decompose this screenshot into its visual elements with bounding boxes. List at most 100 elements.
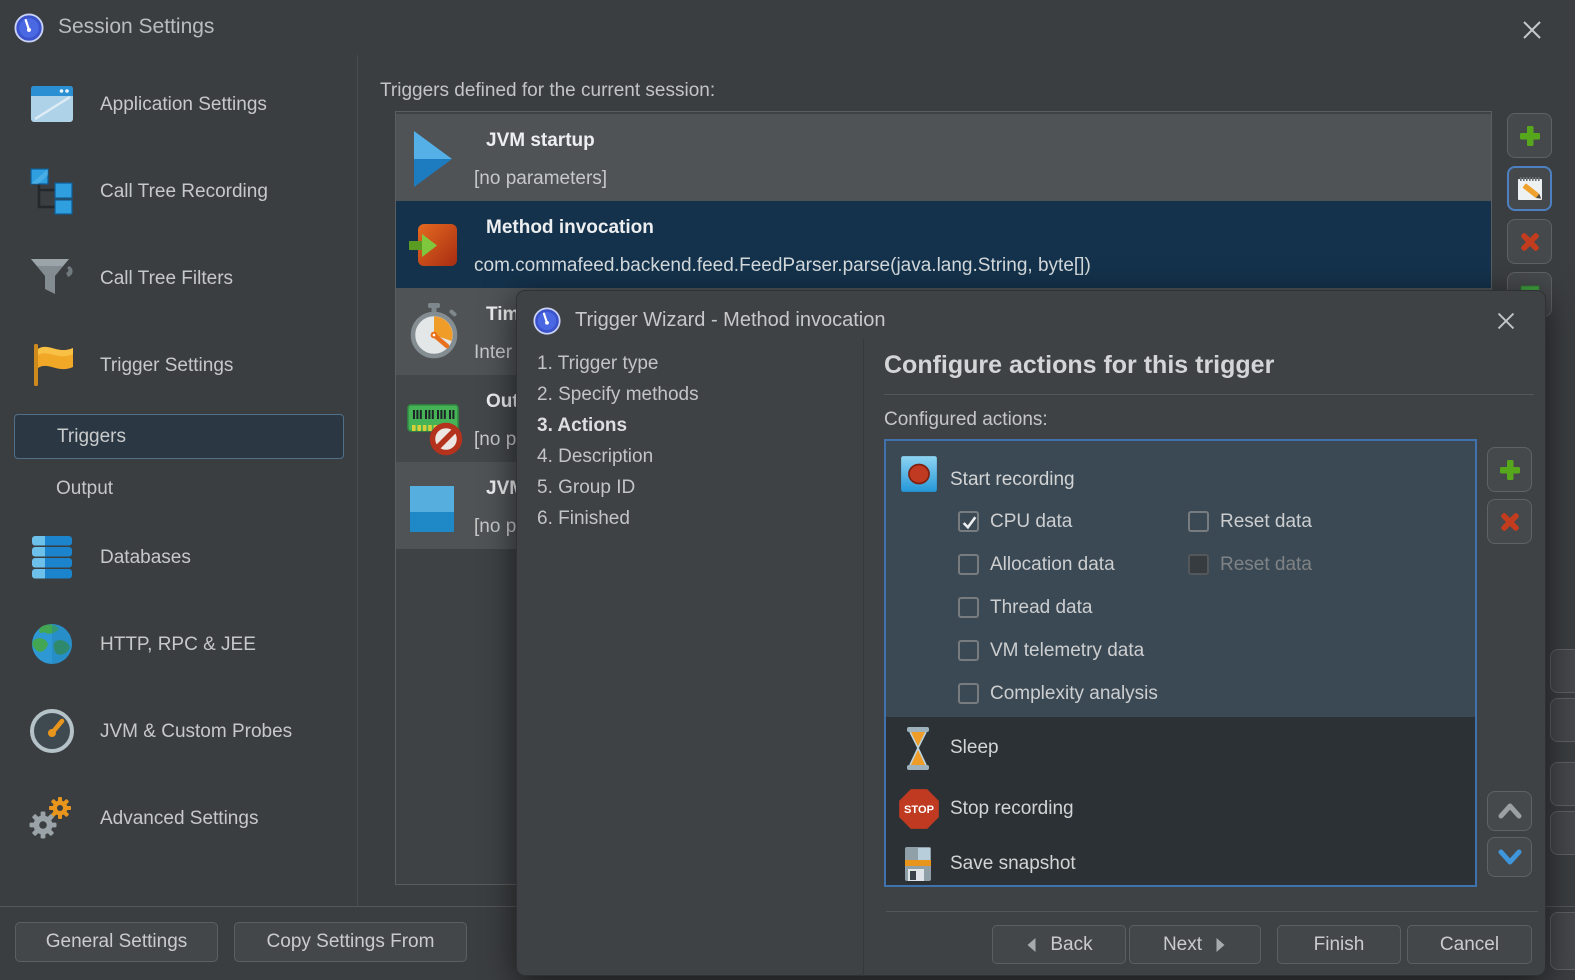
next-label: Next [1163, 934, 1202, 956]
move-action-up-button[interactable] [1487, 791, 1532, 831]
sidebar-item-label: Call Tree Recording [100, 180, 268, 204]
sidebar-item-http-rpc-jee[interactable]: HTTP, RPC & JEE [0, 616, 356, 678]
action-item-start-recording[interactable]: Start recording CPU data Allocation data… [886, 441, 1475, 717]
checkbox-complexity-analysis[interactable] [958, 683, 979, 704]
wizard-panel-divider [863, 339, 864, 976]
wizard-step-2[interactable]: 2. Specify methods [537, 384, 699, 406]
action-item-sleep[interactable]: Sleep [886, 717, 1475, 779]
sidebar-item-trigger-settings[interactable]: Trigger Settings [0, 337, 356, 399]
checkbox-label[interactable]: Complexity analysis [990, 683, 1158, 705]
trigger-title: JVM startup [486, 130, 595, 152]
trigger-subtitle: [no parameters] [474, 168, 607, 190]
action-label: Sleep [950, 737, 999, 759]
triggers-heading: Triggers defined for the current session… [380, 80, 715, 102]
sidebar-item-advanced-settings[interactable]: Advanced Settings [0, 790, 356, 852]
sidebar-item-label: Trigger Settings [100, 354, 233, 378]
app-window-icon [28, 80, 76, 128]
trigger-title: Out [486, 391, 519, 413]
sidebar-item-call-tree-recording[interactable]: Call Tree Recording [0, 163, 356, 225]
close-icon [1517, 15, 1547, 45]
edit-icon [1515, 174, 1545, 204]
add-trigger-button[interactable] [1507, 113, 1552, 158]
wizard-step-3[interactable]: 3. Actions [537, 415, 627, 437]
delete-action-button[interactable] [1487, 499, 1532, 544]
general-settings-button[interactable]: General Settings [15, 922, 218, 962]
svg-text:STOP: STOP [904, 804, 935, 816]
back-button[interactable]: Back [992, 925, 1126, 964]
checkbox-label[interactable]: Reset data [1220, 511, 1312, 533]
edge-button[interactable] [1550, 698, 1575, 742]
configured-actions-label: Configured actions: [884, 409, 1048, 431]
copy-settings-from-button[interactable]: Copy Settings From [234, 922, 467, 962]
checkbox-label[interactable]: Thread data [990, 597, 1092, 619]
trigger-title: Method invocation [486, 217, 654, 239]
trigger-wizard-dialog: Trigger Wizard - Method invocation 1. Tr… [516, 290, 1546, 976]
add-action-button[interactable] [1487, 447, 1532, 492]
sidebar-subitem-triggers[interactable]: Triggers [14, 414, 344, 459]
sidebar-item-label: Databases [100, 546, 191, 570]
sidebar-item-call-tree-filters[interactable]: Call Tree Filters [0, 250, 356, 312]
back-arrow-icon [1025, 936, 1038, 954]
play-icon [411, 128, 455, 190]
wizard-close-button[interactable] [1481, 299, 1531, 343]
sidebar-item-label: JVM & Custom Probes [100, 720, 292, 744]
wizard-step-4[interactable]: 4. Description [537, 446, 653, 468]
sidebar-item-application-settings[interactable]: Application Settings [0, 76, 356, 138]
trigger-row-method-invocation[interactable]: Method invocation com.commafeed.backend.… [396, 201, 1491, 288]
window-close-button[interactable] [1506, 8, 1558, 52]
wizard-step-1[interactable]: 1. Trigger type [537, 353, 658, 375]
sidebar-item-jvm-custom-probes[interactable]: JVM & Custom Probes [0, 703, 356, 765]
wizard-step-5[interactable]: 5. Group ID [537, 477, 635, 499]
checkbox-label[interactable]: VM telemetry data [990, 640, 1144, 662]
checkbox-allocation-data[interactable] [958, 554, 979, 575]
delete-trigger-button[interactable] [1507, 219, 1552, 264]
window-title: Session Settings [58, 15, 214, 39]
checkbox-label[interactable]: Allocation data [990, 554, 1115, 576]
wizard-step-6[interactable]: 6. Finished [537, 508, 630, 530]
subitem-label: Triggers [57, 415, 343, 458]
checkbox-label[interactable]: CPU data [990, 511, 1072, 533]
jvm-block-icon [408, 484, 456, 534]
checkbox-thread-data[interactable] [958, 597, 979, 618]
action-item-save-snapshot[interactable]: Save snapshot [886, 841, 1475, 885]
sleep-hourglass-icon [902, 726, 934, 771]
sidebar-item-label: HTTP, RPC & JEE [100, 633, 256, 657]
funnel-icon [28, 254, 76, 302]
plus-icon [1517, 123, 1543, 149]
checkbox-reset-data-cpu[interactable] [1188, 511, 1209, 532]
edge-button[interactable] [1550, 762, 1575, 806]
gauge-icon [28, 707, 76, 755]
database-icon [28, 533, 76, 581]
jprofiler-logo-icon [14, 13, 44, 43]
edge-button[interactable] [1550, 649, 1575, 693]
globe-icon [28, 620, 76, 668]
edge-button[interactable] [1550, 912, 1575, 970]
move-action-down-button[interactable] [1487, 837, 1532, 877]
start-recording-icon [900, 455, 938, 493]
sidebar-item-databases[interactable]: Databases [0, 529, 356, 591]
trigger-title: Tim [486, 304, 519, 326]
cancel-button[interactable]: Cancel [1407, 925, 1532, 964]
configured-actions-list: Start recording CPU data Allocation data… [884, 439, 1477, 887]
flag-icon [28, 341, 76, 389]
delete-x-icon [1517, 229, 1543, 255]
finish-button[interactable]: Finish [1277, 925, 1401, 964]
sidebar-subitem-output[interactable]: Output [14, 468, 344, 510]
trigger-subtitle: Inter [474, 342, 512, 364]
close-icon [1492, 307, 1520, 335]
action-label: Start recording [950, 469, 1075, 491]
memory-no-icon [406, 399, 464, 461]
checkbox-vm-telemetry-data[interactable] [958, 640, 979, 661]
stop-icon: STOP [898, 788, 940, 830]
checkbox-cpu-data[interactable] [958, 511, 979, 532]
trigger-row-jvm-startup[interactable]: JVM startup [no parameters] [396, 114, 1491, 201]
heading-divider [884, 394, 1534, 395]
action-item-stop-recording[interactable]: STOP Stop recording [886, 779, 1475, 841]
chevron-up-icon [1497, 800, 1523, 822]
session-settings-window: Session Settings Application Settings [0, 0, 1575, 980]
edge-button[interactable] [1550, 811, 1575, 855]
wizard-page-heading: Configure actions for this trigger [884, 351, 1274, 380]
action-label: Stop recording [950, 798, 1074, 820]
edit-trigger-button[interactable] [1507, 166, 1552, 211]
next-button[interactable]: Next [1129, 925, 1261, 964]
